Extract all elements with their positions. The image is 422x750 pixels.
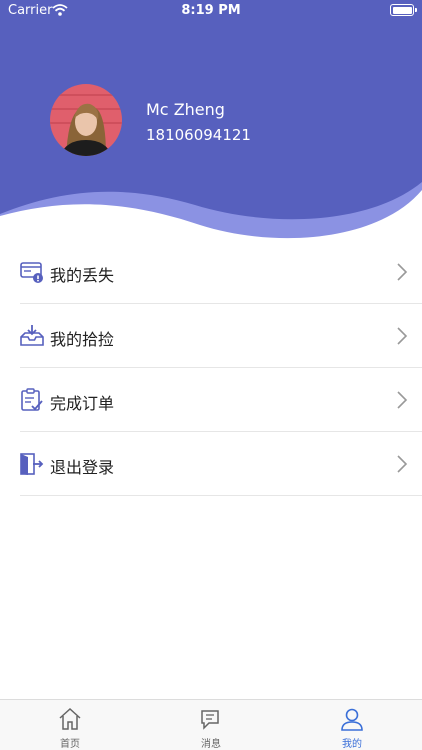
chevron-right-icon [397,327,408,345]
tab-label: 我的 [342,739,362,750]
avatar[interactable] [50,84,122,156]
tab-label: 消息 [201,739,221,750]
chevron-right-icon [397,263,408,281]
lost-card-icon [20,262,43,283]
tab-label: 首页 [60,739,80,750]
menu-label: 退出登录 [50,458,115,477]
battery-icon [390,4,417,16]
status-bar: Carrier 8:19 PM [0,0,422,22]
menu-label: 完成订单 [50,394,115,413]
menu-item-completed-orders[interactable]: 完成订单 [20,368,422,432]
tab-mine[interactable]: 我的 [307,700,397,750]
tab-messages[interactable]: 消息 [166,700,256,750]
menu-label: 我的拾捡 [50,330,115,349]
menu-list: 我的丢失 我的拾捡 完成订单 退出登录 [20,240,422,496]
menu-item-logout[interactable]: 退出登录 [20,432,422,496]
tab-bar: 首页 消息 我的 [0,699,422,750]
message-icon [201,710,219,730]
completed-order-icon [21,388,43,411]
logout-door-icon [20,453,44,475]
user-icon [341,708,363,731]
chevron-right-icon [397,455,408,473]
user-name: Mc Zheng [146,100,225,119]
home-icon [59,707,81,730]
avatar-photo [50,84,122,156]
user-phone: 18106094121 [146,126,251,144]
menu-item-my-lost[interactable]: 我的丢失 [20,240,422,304]
chevron-right-icon [397,391,408,409]
menu-item-my-found[interactable]: 我的拾捡 [20,304,422,368]
clock: 8:19 PM [181,3,241,18]
found-inbox-icon [20,325,44,346]
tab-home[interactable]: 首页 [25,700,115,750]
menu-label: 我的丢失 [50,266,115,285]
